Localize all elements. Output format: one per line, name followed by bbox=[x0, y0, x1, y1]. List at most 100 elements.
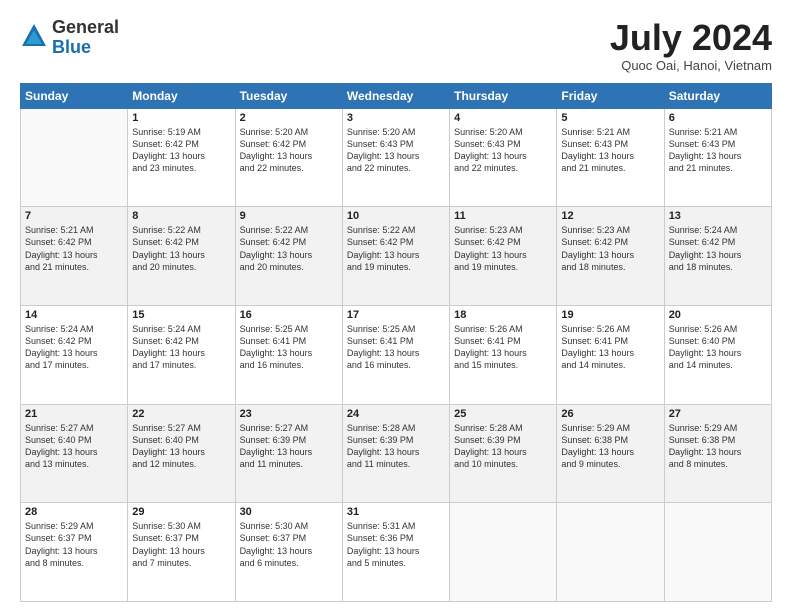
day-info: Sunrise: 5:24 AMSunset: 6:42 PMDaylight:… bbox=[25, 323, 123, 372]
day-number: 4 bbox=[454, 112, 552, 124]
table-row: 18 Sunrise: 5:26 AMSunset: 6:41 PMDayligh… bbox=[450, 305, 557, 404]
table-row: 16Sunrise: 5:25 AMSunset: 6:41 PMDayligh… bbox=[235, 305, 342, 404]
table-row: 6 Sunrise: 5:21 AMSunset: 6:43 PMDaylight… bbox=[664, 108, 771, 207]
logo: General Blue bbox=[20, 18, 119, 58]
table-row: 31 Sunrise: 5:31 AMSunset: 6:36 PMDayligh… bbox=[342, 503, 449, 602]
table-row: 14 Sunrise: 5:24 AMSunset: 6:42 PMDayligh… bbox=[21, 305, 128, 404]
day-info: Sunrise: 5:23 AMSunset: 6:42 PMDaylight:… bbox=[561, 224, 659, 273]
day-number: 5 bbox=[561, 112, 659, 124]
table-row: 5 Sunrise: 5:21 AMSunset: 6:43 PMDaylight… bbox=[557, 108, 664, 207]
day-info: Sunrise: 5:25 AMSunset: 6:41 PMDaylight:… bbox=[347, 323, 445, 372]
day-number: 14 bbox=[25, 309, 123, 321]
day-info: Sunrise: 5:23 AMSunset: 6:42 PMDaylight:… bbox=[454, 224, 552, 273]
day-number: 21 bbox=[25, 408, 123, 420]
day-info: Sunrise: 5:26 AMSunset: 6:41 PMDaylight:… bbox=[561, 323, 659, 372]
header: General Blue July 2024 Quoc Oai, Hanoi, … bbox=[20, 18, 772, 73]
day-number: 9 bbox=[240, 210, 338, 222]
day-info: Sunrise: 5:21 AMSunset: 6:42 PMDaylight:… bbox=[25, 224, 123, 273]
day-number: 25 bbox=[454, 408, 552, 420]
day-number: 27 bbox=[669, 408, 767, 420]
day-number: 22 bbox=[132, 408, 230, 420]
table-row bbox=[664, 503, 771, 602]
logo-text: General Blue bbox=[52, 18, 119, 58]
calendar-row: 1 Sunrise: 5:19 AMSunset: 6:42 PMDaylight… bbox=[21, 108, 772, 207]
day-number: 15 bbox=[132, 309, 230, 321]
day-number: 20 bbox=[669, 309, 767, 321]
table-row: 24 Sunrise: 5:28 AMSunset: 6:39 PMDayligh… bbox=[342, 404, 449, 503]
day-info: Sunrise: 5:31 AMSunset: 6:36 PMDaylight:… bbox=[347, 520, 445, 569]
day-number: 6 bbox=[669, 112, 767, 124]
table-row: 25 Sunrise: 5:28 AMSunset: 6:39 PMDayligh… bbox=[450, 404, 557, 503]
table-row: 19 Sunrise: 5:26 AMSunset: 6:41 PMDayligh… bbox=[557, 305, 664, 404]
day-info: Sunrise: 5:26 AMSunset: 6:40 PMDaylight:… bbox=[669, 323, 767, 372]
day-info: Sunrise: 5:28 AMSunset: 6:39 PMDaylight:… bbox=[347, 422, 445, 471]
col-saturday: Saturday bbox=[664, 83, 771, 108]
table-row: 30 Sunrise: 5:30 AMSunset: 6:37 PMDayligh… bbox=[235, 503, 342, 602]
col-tuesday: Tuesday bbox=[235, 83, 342, 108]
table-row bbox=[557, 503, 664, 602]
day-info: Sunrise: 5:29 AMSunset: 6:38 PMDaylight:… bbox=[669, 422, 767, 471]
day-number: 19 bbox=[561, 309, 659, 321]
day-info: Sunrise: 5:21 AMSunset: 6:43 PMDaylight:… bbox=[561, 126, 659, 175]
calendar-table: Sunday Monday Tuesday Wednesday Thursday… bbox=[20, 83, 772, 602]
day-number: 1 bbox=[132, 112, 230, 124]
day-number: 18 bbox=[454, 309, 552, 321]
col-monday: Monday bbox=[128, 83, 235, 108]
day-number: 12 bbox=[561, 210, 659, 222]
table-row: 2Sunrise: 5:20 AMSunset: 6:42 PMDaylight… bbox=[235, 108, 342, 207]
day-number: 11 bbox=[454, 210, 552, 222]
day-number: 28 bbox=[25, 506, 123, 518]
table-row: 10 Sunrise: 5:22 AMSunset: 6:42 PMDayligh… bbox=[342, 207, 449, 306]
table-row: 15 Sunrise: 5:24 AMSunset: 6:42 PMDayligh… bbox=[128, 305, 235, 404]
col-thursday: Thursday bbox=[450, 83, 557, 108]
day-number: 23 bbox=[240, 408, 338, 420]
table-row bbox=[21, 108, 128, 207]
title-block: July 2024 Quoc Oai, Hanoi, Vietnam bbox=[610, 18, 772, 73]
calendar-row: 28 Sunrise: 5:29 AMSunset: 6:37 PMDayligh… bbox=[21, 503, 772, 602]
day-info: Sunrise: 5:26 AMSunset: 6:41 PMDaylight:… bbox=[454, 323, 552, 372]
day-info: Sunrise: 5:27 AMSunset: 6:40 PMDaylight:… bbox=[25, 422, 123, 471]
day-info: Sunrise: 5:28 AMSunset: 6:39 PMDaylight:… bbox=[454, 422, 552, 471]
table-row: 3 Sunrise: 5:20 AMSunset: 6:43 PMDaylight… bbox=[342, 108, 449, 207]
day-number: 17 bbox=[347, 309, 445, 321]
day-number: 29 bbox=[132, 506, 230, 518]
day-number: 3 bbox=[347, 112, 445, 124]
table-row: 23Sunrise: 5:27 AMSunset: 6:39 PMDayligh… bbox=[235, 404, 342, 503]
table-row: 7Sunrise: 5:21 AMSunset: 6:42 PMDaylight… bbox=[21, 207, 128, 306]
table-row: 26 Sunrise: 5:29 AMSunset: 6:38 PMDayligh… bbox=[557, 404, 664, 503]
day-info: Sunrise: 5:22 AMSunset: 6:42 PMDaylight:… bbox=[347, 224, 445, 273]
day-number: 10 bbox=[347, 210, 445, 222]
logo-blue-label: Blue bbox=[52, 38, 119, 58]
day-info: Sunrise: 5:30 AMSunset: 6:37 PMDaylight:… bbox=[240, 520, 338, 569]
table-row: 9 Sunrise: 5:22 AMSunset: 6:42 PMDaylight… bbox=[235, 207, 342, 306]
day-info: Sunrise: 5:24 AMSunset: 6:42 PMDaylight:… bbox=[132, 323, 230, 372]
day-info: Sunrise: 5:24 AMSunset: 6:42 PMDaylight:… bbox=[669, 224, 767, 273]
day-info: Sunrise: 5:29 AMSunset: 6:38 PMDaylight:… bbox=[561, 422, 659, 471]
col-friday: Friday bbox=[557, 83, 664, 108]
header-row: Sunday Monday Tuesday Wednesday Thursday… bbox=[21, 83, 772, 108]
day-info: Sunrise: 5:20 AMSunset: 6:43 PMDaylight:… bbox=[454, 126, 552, 175]
day-number: 26 bbox=[561, 408, 659, 420]
table-row: 22Sunrise: 5:27 AMSunset: 6:40 PMDayligh… bbox=[128, 404, 235, 503]
day-info: Sunrise: 5:20 AMSunset: 6:43 PMDaylight:… bbox=[347, 126, 445, 175]
logo-general-label: General bbox=[52, 18, 119, 38]
day-info: Sunrise: 5:22 AMSunset: 6:42 PMDaylight:… bbox=[132, 224, 230, 273]
calendar-row: 7Sunrise: 5:21 AMSunset: 6:42 PMDaylight… bbox=[21, 207, 772, 306]
day-info: Sunrise: 5:30 AMSunset: 6:37 PMDaylight:… bbox=[132, 520, 230, 569]
day-info: Sunrise: 5:22 AMSunset: 6:42 PMDaylight:… bbox=[240, 224, 338, 273]
table-row: 1 Sunrise: 5:19 AMSunset: 6:42 PMDaylight… bbox=[128, 108, 235, 207]
calendar-row: 21 Sunrise: 5:27 AMSunset: 6:40 PMDayligh… bbox=[21, 404, 772, 503]
day-info: Sunrise: 5:21 AMSunset: 6:43 PMDaylight:… bbox=[669, 126, 767, 175]
page: General Blue July 2024 Quoc Oai, Hanoi, … bbox=[0, 0, 792, 612]
day-info: Sunrise: 5:29 AMSunset: 6:37 PMDaylight:… bbox=[25, 520, 123, 569]
day-number: 31 bbox=[347, 506, 445, 518]
table-row: 8Sunrise: 5:22 AMSunset: 6:42 PMDaylight… bbox=[128, 207, 235, 306]
day-number: 30 bbox=[240, 506, 338, 518]
location-subtitle: Quoc Oai, Hanoi, Vietnam bbox=[610, 58, 772, 73]
day-info: Sunrise: 5:19 AMSunset: 6:42 PMDaylight:… bbox=[132, 126, 230, 175]
logo-icon bbox=[20, 22, 48, 50]
day-number: 13 bbox=[669, 210, 767, 222]
day-number: 24 bbox=[347, 408, 445, 420]
table-row: 17 Sunrise: 5:25 AMSunset: 6:41 PMDayligh… bbox=[342, 305, 449, 404]
table-row: 11 Sunrise: 5:23 AMSunset: 6:42 PMDayligh… bbox=[450, 207, 557, 306]
